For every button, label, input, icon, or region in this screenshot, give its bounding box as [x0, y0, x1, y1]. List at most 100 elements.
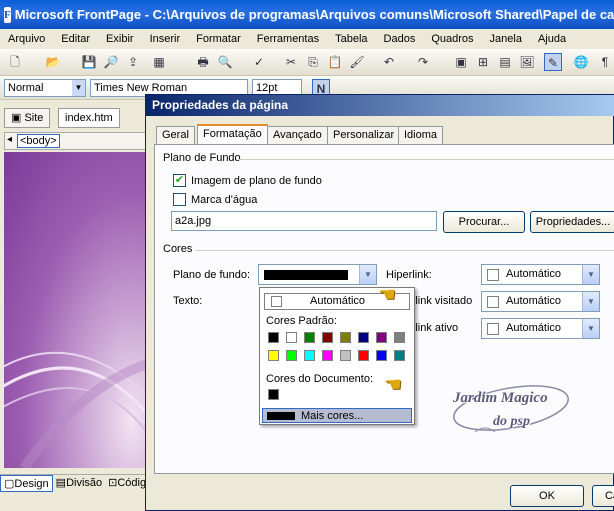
body-tag[interactable]: <body> — [17, 134, 60, 148]
preview-icon[interactable]: 🔍 — [216, 53, 234, 71]
paste-icon[interactable]: 📋 — [326, 53, 344, 71]
undo-icon[interactable]: ↶ — [380, 53, 398, 71]
standard-color-swatch[interactable] — [322, 350, 333, 361]
menu-exibir[interactable]: Exibir — [98, 33, 142, 45]
standard-color-swatch[interactable] — [376, 350, 387, 361]
active-color-value: Automático — [506, 322, 562, 334]
insert-table-icon[interactable]: ⊞ — [474, 53, 492, 71]
document-color-swatch[interactable] — [268, 389, 279, 400]
standard-color-swatch[interactable] — [286, 332, 297, 343]
document-colors-label: Cores do Documento: — [266, 373, 373, 385]
page-preview[interactable] — [4, 152, 146, 468]
tab-index-file[interactable]: index.htm — [58, 108, 120, 128]
standard-color-swatch[interactable] — [394, 350, 405, 361]
standard-color-swatch[interactable] — [304, 350, 315, 361]
frontpage-icon: F — [4, 6, 11, 23]
view-tabs: ▢Design ▤Divisão ⊡Códig — [0, 474, 150, 492]
menu-janela[interactable]: Janela — [482, 33, 530, 45]
tab-design[interactable]: ▢Design — [0, 475, 53, 492]
insert-layer-icon[interactable]: ▤ — [496, 53, 514, 71]
more-colors-option[interactable]: Mais cores... — [262, 408, 412, 423]
copy-icon[interactable]: ⎘ — [304, 53, 322, 71]
bg-image-checkbox[interactable]: ✔ — [173, 174, 186, 187]
ok-button[interactable]: OK — [510, 485, 584, 507]
standard-color-swatch[interactable] — [340, 350, 351, 361]
drawing-icon[interactable]: ✎ — [544, 53, 562, 71]
style-select[interactable]: Normal ▼ — [4, 79, 86, 97]
menu-arquivo[interactable]: Arquivo — [0, 33, 53, 45]
standard-color-swatch[interactable] — [358, 350, 369, 361]
title-bar: F Microsoft FrontPage - C:\Arquivos de p… — [0, 0, 614, 29]
properties-button[interactable]: Propriedades... — [530, 211, 614, 233]
split-icon: ▤ — [55, 477, 67, 489]
open-folder-icon[interactable]: 📂 — [44, 53, 62, 71]
standard-color-swatch[interactable] — [268, 332, 279, 343]
site-icon: ▣ — [11, 112, 25, 124]
menu-ferramentas[interactable]: Ferramentas — [249, 33, 327, 45]
checkmark-icon: ✔ — [174, 174, 185, 186]
pointing-hand-icon: ☚ — [384, 374, 402, 396]
search-icon[interactable]: 🔎 — [102, 53, 120, 71]
purple-swirl-background — [4, 351, 146, 468]
hyperlink-label: Hiperlink: — [386, 269, 432, 281]
tab-idioma[interactable]: Idioma — [398, 126, 444, 144]
menu-ajuda[interactable]: Ajuda — [530, 33, 574, 45]
active-color-select[interactable]: Automático ▼ — [481, 318, 600, 339]
tab-site[interactable]: ▣ Site — [4, 108, 51, 128]
standard-color-swatch[interactable] — [322, 332, 333, 343]
tab-design-label: Design — [14, 478, 49, 490]
spelling-icon[interactable]: ✓ — [250, 53, 268, 71]
window-title: Microsoft FrontPage - C:\Arquivos de pro… — [14, 7, 614, 22]
publish-icon[interactable]: ⇪ — [124, 53, 142, 71]
visited-color-select[interactable]: Automático ▼ — [481, 291, 600, 312]
tab-avancado[interactable]: Avançado — [267, 126, 328, 144]
hyperlink-icon[interactable]: 🌐 — [572, 53, 590, 71]
auto-swatch — [487, 269, 499, 281]
watermark-checkbox[interactable] — [173, 193, 186, 206]
menu-dados[interactable]: Dados — [376, 33, 424, 45]
more-colors-label: Mais cores... — [301, 410, 364, 422]
standard-color-swatch[interactable] — [268, 350, 279, 361]
web-component-icon[interactable]: ▣ — [452, 53, 470, 71]
menu-editar[interactable]: Editar — [53, 33, 98, 45]
insert-picture-icon[interactable]: 🖼 — [518, 53, 536, 71]
background-color-swatch — [264, 270, 348, 280]
show-all-icon[interactable]: ¶ — [596, 53, 614, 71]
size-value: 12pt — [256, 82, 278, 94]
standard-color-swatch[interactable] — [394, 332, 405, 343]
font-value: Times New Roman — [94, 82, 188, 94]
standard-color-swatch[interactable] — [340, 332, 351, 343]
save-icon[interactable]: 💾 — [80, 53, 98, 71]
bg-file-input[interactable]: a2a.jpg — [171, 211, 437, 231]
watermark-line2: do psp — [493, 414, 530, 429]
more-colors-swatch — [267, 412, 295, 420]
new-page-icon[interactable]: 🗋 — [6, 53, 24, 71]
standard-color-swatch[interactable] — [286, 350, 297, 361]
menu-formatar[interactable]: Formatar — [188, 33, 249, 45]
chevron-left-icon[interactable]: ◂ — [7, 134, 12, 145]
tab-geral[interactable]: Geral — [156, 126, 195, 144]
print-icon[interactable]: 🖶 — [194, 53, 212, 71]
tab-formatacao[interactable]: Formatação — [197, 124, 268, 145]
cut-icon[interactable]: ✂ — [282, 53, 300, 71]
tab-split[interactable]: ▤Divisão — [53, 475, 105, 492]
menu-quadros[interactable]: Quadros — [423, 33, 481, 45]
toolbox-icon[interactable]: ▦ — [150, 53, 168, 71]
tab-code[interactable]: ⊡Códig — [105, 475, 149, 492]
tab-personalizar[interactable]: Personalizar — [327, 126, 401, 144]
bg-file-value: a2a.jpg — [175, 215, 212, 227]
standard-color-swatch[interactable] — [358, 332, 369, 343]
style-value: Normal — [8, 82, 44, 94]
group-divider — [239, 159, 614, 160]
menu-inserir[interactable]: Inserir — [142, 33, 189, 45]
hyperlink-color-select[interactable]: Automático ▼ — [481, 264, 600, 285]
text-color-label: Texto: — [173, 295, 203, 307]
menu-tabela[interactable]: Tabela — [327, 33, 375, 45]
format-painter-icon[interactable]: 🖌 — [348, 53, 366, 71]
standard-color-swatch[interactable] — [304, 332, 315, 343]
browse-button[interactable]: Procurar... — [443, 211, 525, 233]
cancel-button[interactable]: Ca — [592, 485, 614, 507]
standard-color-swatch[interactable] — [376, 332, 387, 343]
redo-icon[interactable]: ↷ — [414, 53, 432, 71]
background-color-select[interactable]: ▼ — [258, 264, 377, 285]
